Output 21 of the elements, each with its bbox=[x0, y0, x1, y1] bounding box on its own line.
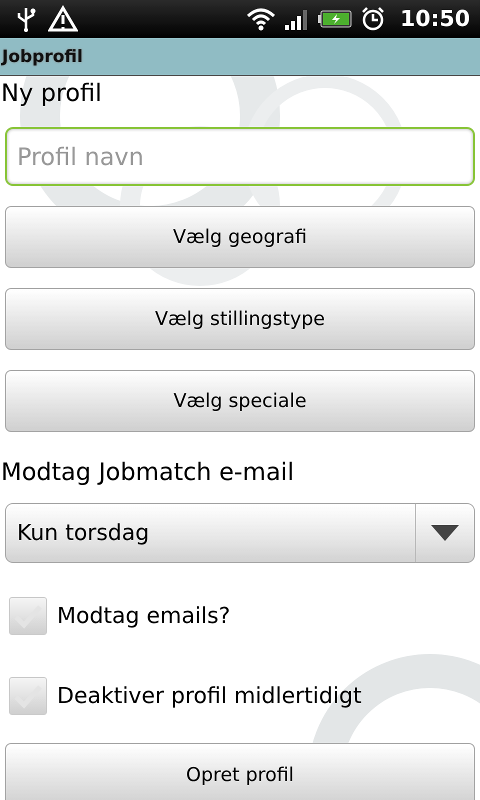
select-button[interactable]: Vælg geografi bbox=[5, 206, 475, 268]
usb-icon bbox=[16, 6, 36, 32]
frequency-dropdown[interactable]: Kun torsdag bbox=[5, 503, 475, 563]
select-button[interactable]: Vælg speciale bbox=[5, 370, 475, 432]
checkbox[interactable] bbox=[9, 597, 47, 635]
create-profile-button[interactable]: Opret profil bbox=[5, 743, 475, 800]
checkbox-label: Deaktiver profil midlertidigt bbox=[57, 684, 362, 708]
warning-icon bbox=[48, 5, 78, 33]
select-button[interactable]: Vælg stillingstype bbox=[5, 288, 475, 350]
checkbox-label: Modtag emails? bbox=[57, 604, 230, 628]
wifi-icon bbox=[246, 7, 276, 31]
clock-time: 10:50 bbox=[400, 6, 470, 32]
signal-icon bbox=[284, 8, 310, 30]
profile-name-field[interactable]: Profil navn bbox=[5, 127, 475, 186]
section-heading: Ny profil bbox=[1, 79, 103, 109]
window-title: Jobprofil bbox=[0, 46, 84, 66]
alarm-clock-icon bbox=[360, 6, 386, 32]
section-heading: Modtag Jobmatch e-mail bbox=[1, 458, 295, 488]
battery-icon bbox=[318, 10, 352, 28]
dropdown-arrow-icon bbox=[431, 525, 459, 541]
checkbox[interactable] bbox=[9, 677, 47, 715]
